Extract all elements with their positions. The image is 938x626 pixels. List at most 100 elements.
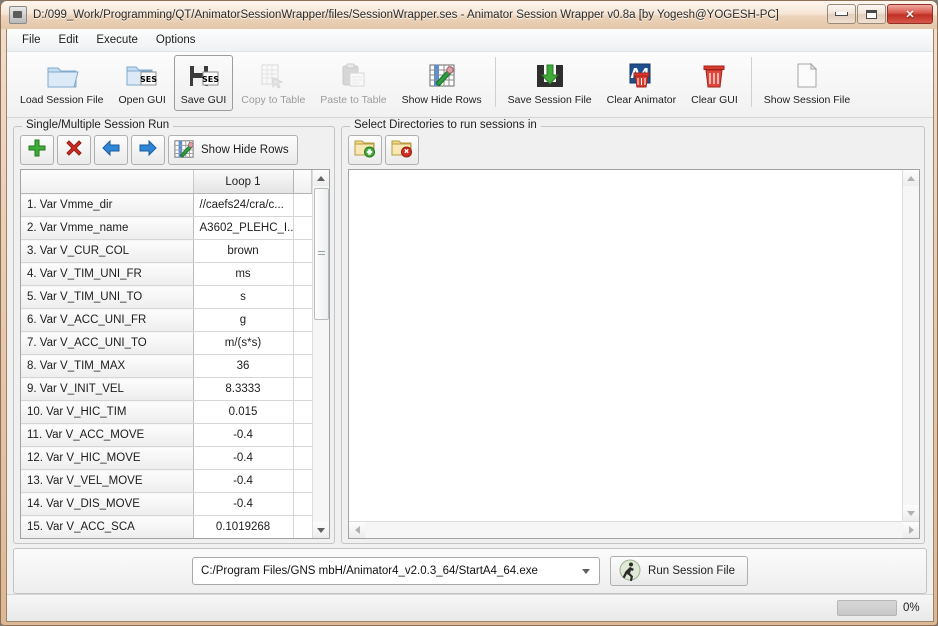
menu-item-edit[interactable]: Edit: [50, 31, 88, 49]
table-cell-name[interactable]: 7. Var V_ACC_UNI_TO: [21, 331, 194, 355]
directory-list-vertical-scrollbar[interactable]: [902, 170, 919, 521]
toolbar-clear-animator[interactable]: A4 Clear Animator: [600, 55, 683, 111]
table-row[interactable]: 9. Var V_INIT_VEL 8.3333: [21, 377, 312, 401]
table-cell-name[interactable]: 11. Var V_ACC_MOVE: [21, 423, 194, 447]
scroll-right-button[interactable]: [903, 522, 919, 538]
toolbar-save-gui[interactable]: SES Save GUI: [173, 55, 234, 111]
table-cell-value[interactable]: brown: [193, 239, 294, 263]
table-row[interactable]: 12. Var V_HIC_MOVE -0.4: [21, 446, 312, 470]
move-left-button[interactable]: [94, 135, 128, 165]
close-button[interactable]: ✕: [887, 4, 933, 24]
scroll-down-button[interactable]: [313, 522, 329, 538]
move-right-button[interactable]: [131, 135, 165, 165]
scroll-track[interactable]: [313, 186, 329, 522]
table-cell-name[interactable]: 5. Var V_TIM_UNI_TO: [21, 285, 194, 309]
table-cell-name[interactable]: 8. Var V_TIM_MAX: [21, 354, 194, 378]
remove-directory-button[interactable]: [385, 135, 419, 165]
scroll-track[interactable]: [903, 186, 919, 505]
chevron-right-icon: [908, 526, 914, 534]
table-cell-value[interactable]: -0.4: [193, 446, 294, 470]
table-row[interactable]: 15. Var V_ACC_SCA 0.1019268: [21, 515, 312, 538]
scroll-up-button[interactable]: [903, 170, 919, 186]
table-row[interactable]: 4. Var V_TIM_UNI_FR ms: [21, 262, 312, 286]
table-row[interactable]: 6. Var V_ACC_UNI_FR g: [21, 308, 312, 332]
executable-path-combo[interactable]: C:/Program Files/GNS mbH/Animator4_v2.0.…: [192, 557, 601, 585]
title-bar[interactable]: D:/099_Work/Programming/QT/AnimatorSessi…: [1, 1, 937, 29]
scroll-track[interactable]: [365, 522, 903, 538]
delete-row-button[interactable]: [57, 135, 91, 165]
table-cell-name[interactable]: 2. Var Vmme_name: [21, 216, 194, 240]
table-cell-value[interactable]: g: [193, 308, 294, 332]
scroll-thumb[interactable]: [314, 188, 329, 320]
table-row[interactable]: 3. Var V_CUR_COL brown: [21, 239, 312, 263]
table-row[interactable]: 2. Var Vmme_name A3602_PLEHC_I...: [21, 216, 312, 240]
table-cell-name[interactable]: 12. Var V_HIC_MOVE: [21, 446, 194, 470]
directory-list-horizontal-scrollbar[interactable]: [349, 521, 919, 538]
maximize-button[interactable]: [857, 4, 886, 24]
toolbar-show-hide-rows[interactable]: Show Hide Rows: [395, 55, 489, 111]
table-cell-value[interactable]: 0.1019268: [193, 515, 294, 538]
toolbar-copy-to-table[interactable]: Copy to Table: [234, 55, 312, 111]
toolbar-label: Clear Animator: [606, 94, 677, 106]
table-cell-name[interactable]: 3. Var V_CUR_COL: [21, 239, 194, 263]
chevron-down-icon: [317, 527, 325, 533]
scroll-left-button[interactable]: [349, 522, 365, 538]
table-cell-value[interactable]: -0.4: [193, 469, 294, 493]
toolbar-load-session-file[interactable]: Load Session File: [13, 55, 110, 111]
table-cell-name[interactable]: 6. Var V_ACC_UNI_FR: [21, 308, 194, 332]
directory-list-empty-area[interactable]: [349, 170, 902, 521]
table-cell-name[interactable]: 1. Var Vmme_dir: [21, 193, 194, 217]
table-row[interactable]: 7. Var V_ACC_UNI_TO m/(s*s): [21, 331, 312, 355]
toolbar-paste-to-table[interactable]: Paste to Table: [313, 55, 393, 111]
table-row[interactable]: 13. Var V_VEL_MOVE -0.4: [21, 469, 312, 493]
table-cell-value[interactable]: 36: [193, 354, 294, 378]
table-cell-name[interactable]: 14. Var V_DIS_MOVE: [21, 492, 194, 516]
show-hide-rows-button[interactable]: Show Hide Rows: [168, 135, 298, 165]
add-directory-button[interactable]: [348, 135, 382, 165]
scroll-up-button[interactable]: [313, 170, 329, 186]
session-table-scroll: Loop 1 1. Var Vmme_dir//caefs24/cra/c...…: [21, 170, 312, 538]
run-session-file-button[interactable]: Run Session File: [610, 556, 748, 586]
table-cell-name[interactable]: 13. Var V_VEL_MOVE: [21, 469, 194, 493]
menu-item-options[interactable]: Options: [147, 31, 205, 49]
table-cell-value[interactable]: ms: [193, 262, 294, 286]
table-row[interactable]: 8. Var V_TIM_MAX 36: [21, 354, 312, 378]
minimize-button[interactable]: [827, 4, 856, 24]
table-cell-value[interactable]: s: [193, 285, 294, 309]
table-header-loop1[interactable]: Loop 1: [193, 170, 294, 194]
table-row[interactable]: 10. Var V_HIC_TIM 0.015: [21, 400, 312, 424]
table-row[interactable]: 11. Var V_ACC_MOVE -0.4: [21, 423, 312, 447]
menu-item-execute[interactable]: Execute: [87, 31, 147, 49]
chevron-down-icon[interactable]: [577, 568, 595, 574]
directory-list[interactable]: [348, 169, 920, 539]
table-cell-value[interactable]: -0.4: [193, 492, 294, 516]
toolbar-clear-gui[interactable]: Clear GUI: [684, 55, 745, 111]
session-table-vertical-scrollbar[interactable]: [312, 170, 329, 538]
paste-icon: [336, 59, 370, 93]
toolbar-show-session-file[interactable]: Show Session File: [757, 55, 857, 111]
chevron-up-icon: [317, 175, 325, 181]
table-row[interactable]: 1. Var Vmme_dir//caefs24/cra/c...: [21, 193, 312, 217]
toolbar-open-gui[interactable]: SES Open GUI: [111, 55, 172, 111]
trash-icon: [697, 59, 731, 93]
toolbar-save-session-file[interactable]: Save Session File: [501, 55, 599, 111]
chevron-down-icon: [907, 510, 915, 516]
table-cell-value[interactable]: 0.015: [193, 400, 294, 424]
table-cell-name[interactable]: 9. Var V_INIT_VEL: [21, 377, 194, 401]
table-cell-value[interactable]: m/(s*s): [193, 331, 294, 355]
add-row-button[interactable]: [20, 135, 54, 165]
table-row[interactable]: 5. Var V_TIM_UNI_TO s: [21, 285, 312, 309]
menu-item-file[interactable]: File: [13, 31, 50, 49]
table-cell-name[interactable]: 4. Var V_TIM_UNI_FR: [21, 262, 194, 286]
table-cell-name[interactable]: 15. Var V_ACC_SCA: [21, 515, 194, 538]
table-cell-value[interactable]: //caefs24/cra/c...: [193, 193, 294, 217]
table-cell-name[interactable]: 10. Var V_HIC_TIM: [21, 400, 194, 424]
window-title: D:/099_Work/Programming/QT/AnimatorSessi…: [33, 9, 779, 21]
table-cell-value[interactable]: A3602_PLEHC_I...: [193, 216, 294, 240]
table-header-corner[interactable]: [21, 170, 194, 194]
scroll-down-button[interactable]: [903, 505, 919, 521]
table-row[interactable]: 14. Var V_DIS_MOVE -0.4: [21, 492, 312, 516]
table-cell-value[interactable]: 8.3333: [193, 377, 294, 401]
toolbar-label: Load Session File: [20, 94, 104, 106]
table-cell-value[interactable]: -0.4: [193, 423, 294, 447]
